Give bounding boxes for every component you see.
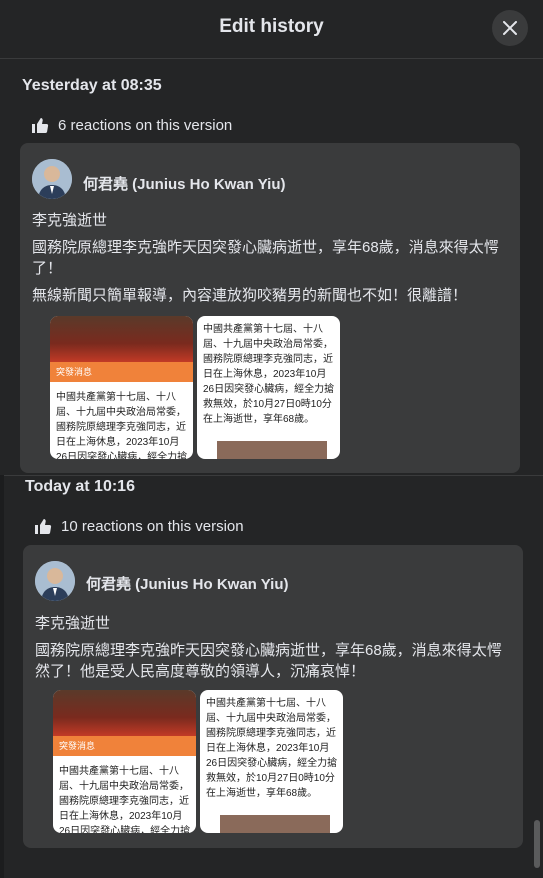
attached-image[interactable]: 中國共產黨第十七屆、十八屆、十九屆中央政治局常委，國務院原總理李克強同志，近日在…: [197, 316, 340, 459]
avatar[interactable]: [35, 561, 75, 601]
attached-image[interactable]: 突發消息 中國共產黨第十七屆、十八屆、十九屆中央政治局常委，國務院原總理李克強同…: [53, 690, 196, 833]
news-photo: [217, 441, 327, 459]
version-timestamp: Yesterday at 08:35: [22, 77, 162, 94]
news-band-label: 突發消息: [56, 367, 93, 377]
close-button[interactable]: [492, 10, 528, 46]
post-text-line: 李克強逝世: [32, 212, 108, 229]
news-photo: [53, 690, 196, 736]
post-card: 何君堯 (Junius Ho Kwan Yiu) 李克強逝世 國務院原總理李克強…: [23, 545, 523, 848]
version-timestamp: Today at 10:16: [25, 478, 135, 495]
scrollbar[interactable]: [534, 820, 540, 868]
version-divider: [0, 475, 543, 476]
news-photo: [220, 815, 330, 833]
like-icon: [35, 519, 52, 534]
news-band-label: 突發消息: [59, 741, 96, 751]
attached-image[interactable]: 中國共產黨第十七屆、十八屆、十九屆中央政治局常委，國務院原總理李克強同志，近日在…: [200, 690, 343, 833]
post-text-line: 李克強逝世: [35, 615, 111, 632]
news-photo: [50, 316, 193, 362]
image-caption: 中國共產黨第十七屆、十八屆、十九屆中央政治局常委，國務院原總理李克強同志，近日在…: [206, 698, 338, 799]
image-caption: 中國共產黨第十七屆、十八屆、十九屆中央政治局常委，國務院原總理李克強同志，近日在…: [56, 392, 188, 459]
author-name[interactable]: 何君堯 (Junius Ho Kwan Yiu): [86, 573, 289, 594]
avatar[interactable]: [32, 159, 72, 199]
post-text-line: 國務院原總理李克強昨天因突發心臟病逝世，享年68歲，消息來得太愕然了！他是受人民…: [35, 642, 502, 680]
post-text-line: 無線新聞只簡單報導，內容連放狗咬豬男的新聞也不如！很離譜！: [32, 287, 468, 304]
attached-image[interactable]: 突發消息 中國共產黨第十七屆、十八屆、十九屆中央政治局常委，國務院原總理李克強同…: [50, 316, 193, 459]
reactions-summary[interactable]: 10 reactions on this version: [34, 517, 244, 535]
close-icon: [503, 21, 517, 35]
reactions-summary[interactable]: 6 reactions on this version: [31, 116, 232, 134]
like-icon: [32, 118, 49, 133]
reactions-count: 10 reactions on this version: [61, 517, 244, 535]
post-card: 何君堯 (Junius Ho Kwan Yiu) 李克強逝世 國務院原總理李克強…: [20, 143, 520, 473]
post-text-line: 國務院原總理李克強昨天因突發心臟病逝世，享年68歲，消息來得太愕了！: [32, 239, 499, 277]
image-caption: 中國共產黨第十七屆、十八屆、十九屆中央政治局常委，國務院原總理李克強同志，近日在…: [203, 324, 335, 425]
dialog-title: Edit history: [219, 16, 324, 37]
dialog-header: Edit history: [0, 0, 543, 59]
reactions-count: 6 reactions on this version: [58, 116, 233, 134]
author-name[interactable]: 何君堯 (Junius Ho Kwan Yiu): [83, 173, 286, 194]
image-caption: 中國共產黨第十七屆、十八屆、十九屆中央政治局常委，國務院原總理李克強同志，近日在…: [59, 766, 191, 833]
